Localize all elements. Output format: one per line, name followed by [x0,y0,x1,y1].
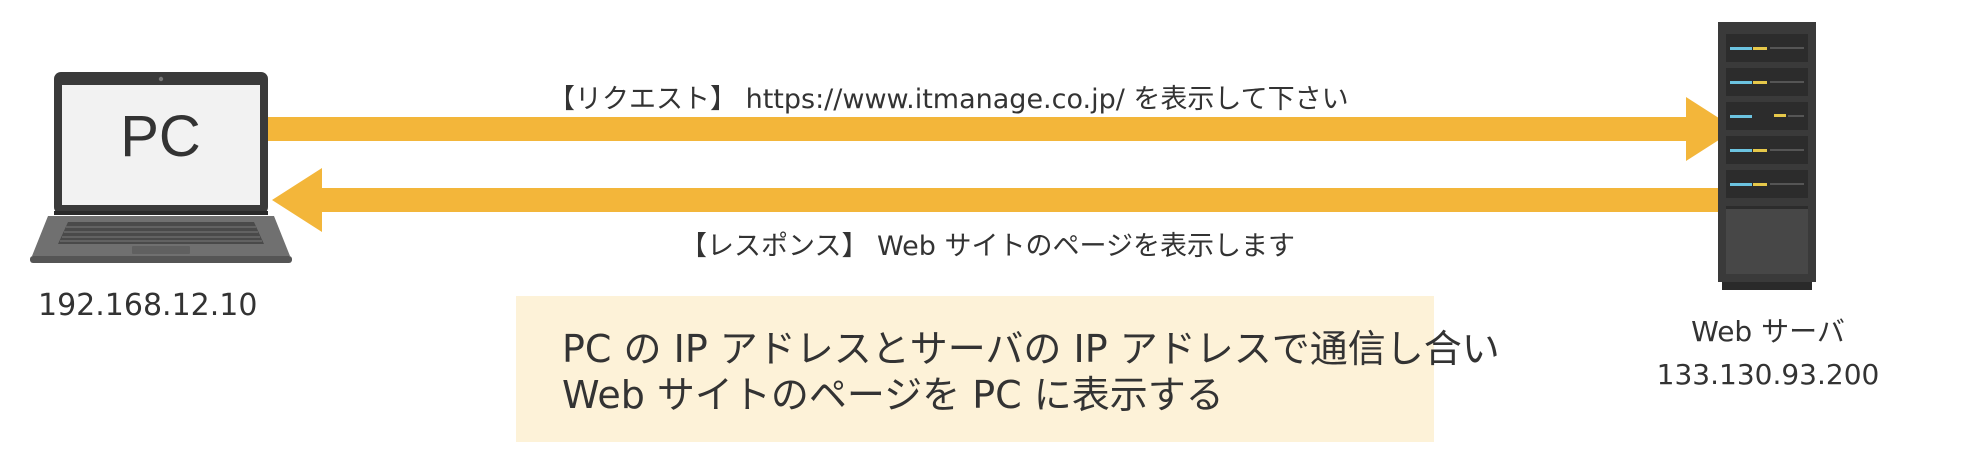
pc-ip-address: 192.168.12.10 [38,288,258,323]
info-box-line-1: PC の IP アドレスとサーバの IP アドレスで通信し合い [562,327,1500,371]
request-label: 【リクエスト】 https://www.itmanage.co.jp/ を表示し… [548,84,1349,115]
info-box-line-2: Web サイトのページを PC に表示する [562,373,1224,417]
response-label: 【レスポンス】 Web サイトのページを表示します [680,231,1295,262]
response-arrow [272,168,1736,232]
server-ip-address: 133.130.93.200 [1656,358,1880,391]
server-name: Web サーバ [1691,315,1845,348]
server-icon [1718,22,1816,290]
info-box: PC の IP アドレスとサーバの IP アドレスで通信し合い Web サイトの… [516,296,1500,442]
pc-screen-label: PC [120,104,201,169]
